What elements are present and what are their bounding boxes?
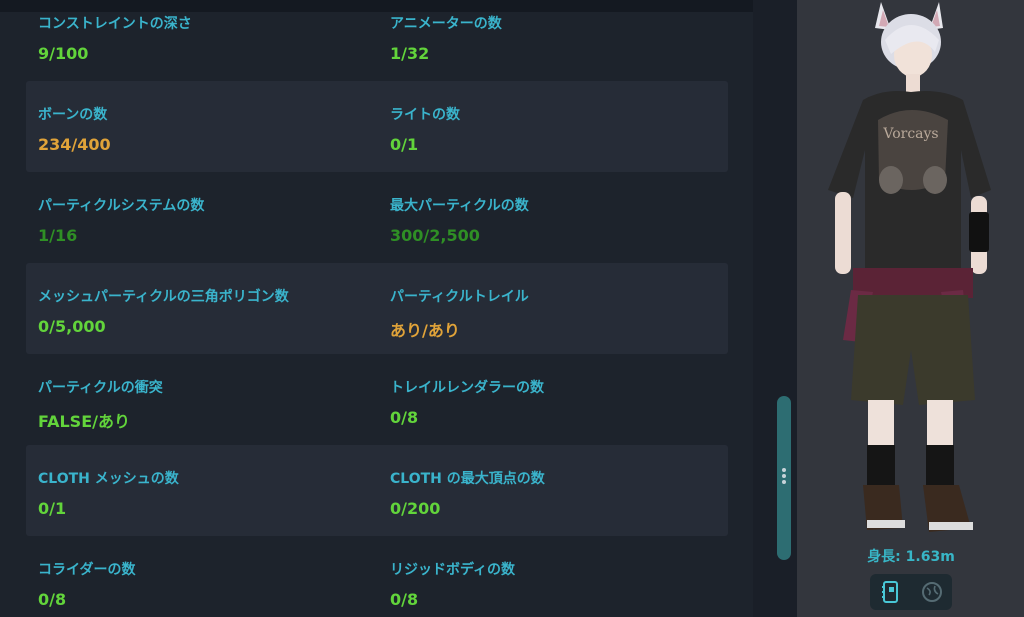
stat-label: コンストレイントの深さ: [38, 16, 192, 32]
stat-value: あり/あり: [390, 321, 460, 340]
stat-label: パーティクルの衝突: [38, 380, 163, 396]
avatar-preview[interactable]: Vorcays: [823, 0, 993, 540]
stat-value: 234/400: [38, 135, 111, 154]
stat-label: 最大パーティクルの数: [390, 198, 529, 214]
stat-value: 0/8: [390, 590, 419, 609]
stat-value: 1/32: [390, 44, 430, 63]
stat-value: 1/16: [38, 226, 78, 245]
stats-list: コンストレイントの深さ 9/100 アニメーターの数 1/32 ボーンの数 23…: [26, 0, 728, 617]
stat-value: 0/8: [390, 408, 419, 427]
stats-row: コンストレイントの深さ 9/100 アニメーターの数 1/32: [26, 0, 728, 81]
stat-label: トレイルレンダラーの数: [390, 380, 544, 396]
stat-value: 9/100: [38, 44, 89, 63]
stat-label: メッシュパーティクルの三角ポリゴン数: [38, 289, 289, 305]
svg-text:Vorcays: Vorcays: [882, 126, 938, 142]
stat-value: FALSE/あり: [38, 412, 130, 431]
stat-label: ライトの数: [390, 107, 460, 123]
globe-icon[interactable]: [918, 579, 946, 605]
clipboard-icon[interactable]: [876, 579, 904, 605]
stat-label: CLOTH メッシュの数: [38, 471, 179, 487]
stat-value: 0/1: [38, 499, 67, 518]
stats-row: パーティクルの衝突 FALSE/あり トレイルレンダラーの数 0/8: [26, 354, 728, 445]
avatar-height-label: 身長: 1.63m: [867, 549, 955, 565]
stat-label: コライダーの数: [38, 562, 136, 578]
avatar-stats-screen: コンストレイントの深さ 9/100 アニメーターの数 1/32 ボーンの数 23…: [0, 0, 1024, 617]
stat-value: 0/1: [390, 135, 419, 154]
stats-row: メッシュパーティクルの三角ポリゴン数 0/5,000 パーティクルトレイル あり…: [26, 263, 728, 354]
stat-label: パーティクルトレイル: [390, 289, 529, 305]
stat-value: 0/200: [390, 499, 441, 518]
stat-label: アニメーターの数: [390, 16, 502, 32]
stat-label: CLOTH の最大頂点の数: [390, 471, 545, 487]
stat-value: 300/2,500: [390, 226, 480, 245]
stat-label: ボーンの数: [38, 107, 108, 123]
drag-handle-icon[interactable]: [780, 468, 788, 486]
stat-label: リジッドボディの数: [390, 562, 516, 578]
stat-value: 0/5,000: [38, 317, 106, 336]
stats-panel: コンストレイントの深さ 9/100 アニメーターの数 1/32 ボーンの数 23…: [0, 12, 753, 617]
stat-label: パーティクルシステムの数: [38, 198, 205, 214]
stats-row: ボーンの数 234/400 ライトの数 0/1: [26, 81, 728, 172]
stat-value: 0/8: [38, 590, 67, 609]
stats-row: コライダーの数 0/8 リジッドボディの数 0/8: [26, 536, 728, 617]
view-toggle: [870, 574, 952, 610]
stats-row: パーティクルシステムの数 1/16 最大パーティクルの数 300/2,500: [26, 172, 728, 263]
stats-row: CLOTH メッシュの数 0/1 CLOTH の最大頂点の数 0/200: [26, 445, 728, 536]
